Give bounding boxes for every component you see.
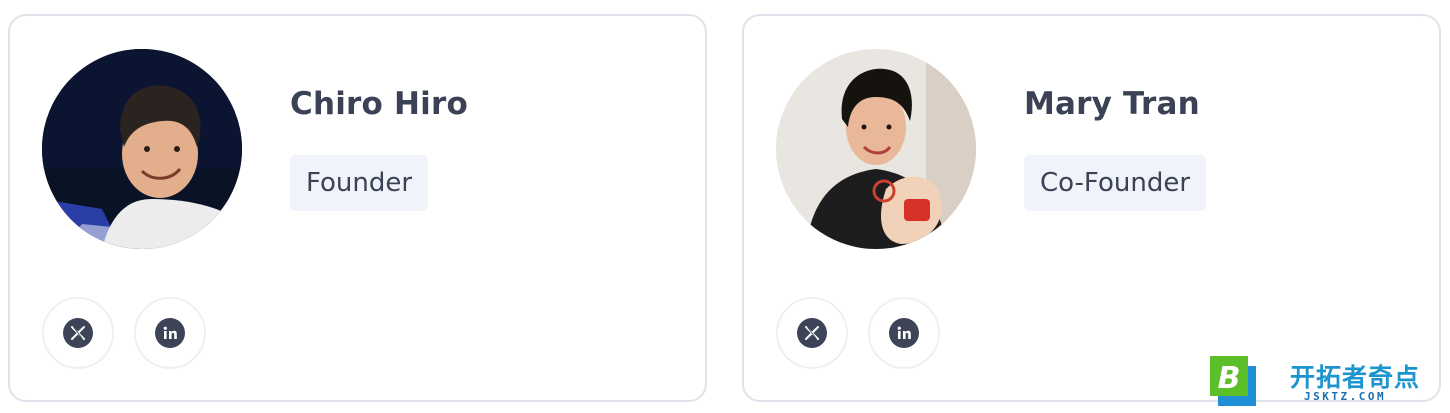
x-icon bbox=[797, 318, 827, 348]
watermark-title: 开拓者奇点 bbox=[1290, 363, 1421, 392]
linkedin-icon bbox=[155, 318, 185, 348]
watermark: B 开拓者奇点 JSKTZ.COM bbox=[1208, 356, 1444, 410]
x-social-link[interactable] bbox=[776, 297, 848, 369]
watermark-domain: JSKTZ.COM bbox=[1304, 390, 1387, 403]
member-name: Chiro Hiro bbox=[290, 86, 468, 122]
team-member-card-chiro-hiro: Chiro Hiro Founder bbox=[8, 14, 707, 402]
linkedin-social-link[interactable] bbox=[868, 297, 940, 369]
linkedin-social-link[interactable] bbox=[134, 297, 206, 369]
member-name: Mary Tran bbox=[1024, 86, 1200, 122]
x-icon bbox=[63, 318, 93, 348]
avatar-photo bbox=[42, 49, 242, 249]
member-role-badge: Founder bbox=[290, 155, 429, 211]
avatar bbox=[42, 49, 242, 249]
x-social-link[interactable] bbox=[42, 297, 114, 369]
team-member-card-mary-tran: Mary Tran Co-Founder bbox=[742, 14, 1441, 402]
avatar-photo bbox=[776, 49, 976, 249]
linkedin-icon bbox=[889, 318, 919, 348]
member-role-badge: Co-Founder bbox=[1024, 155, 1207, 211]
b-logo-icon: B bbox=[1210, 356, 1256, 406]
avatar bbox=[776, 49, 976, 249]
svg-text:B: B bbox=[1218, 361, 1241, 396]
